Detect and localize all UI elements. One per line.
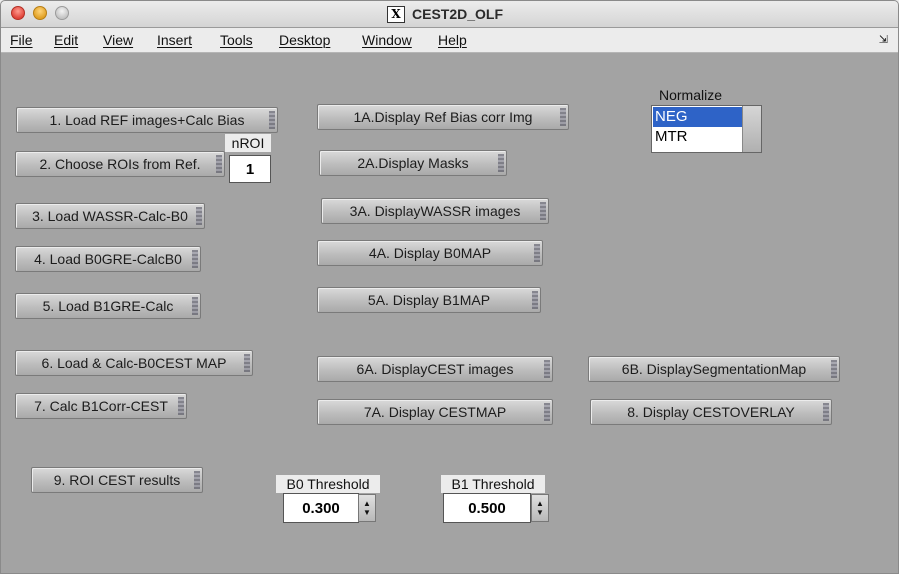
load-calc-b0cest-button[interactable]: 6. Load & Calc-B0CEST MAP [15,350,253,376]
figure-canvas: 1. Load REF images+Calc Bias 2. Choose R… [1,53,898,573]
nroi-input[interactable]: 1 [229,155,271,183]
title-bar: X CEST2D_OLF [1,1,898,28]
b0-threshold-input[interactable]: 0.300 [283,493,359,523]
roi-cest-results-button[interactable]: 9. ROI CEST results [31,467,203,493]
menu-bar: File Edit View Insert Tools Desktop Wind… [1,28,898,53]
display-cestmap-button[interactable]: 7A. Display CESTMAP [317,399,553,425]
b0-threshold-label: B0 Threshold [276,475,380,493]
minimize-window-button[interactable] [33,6,47,20]
display-cest-overlay-button[interactable]: 8. Display CESTOVERLAY [590,399,832,425]
normalize-option-mtr[interactable]: MTR [653,127,743,147]
nroi-label: nROI [225,134,271,152]
arrow-up-icon[interactable]: ▲ [536,499,544,508]
arrow-down-icon[interactable]: ▼ [536,508,544,517]
x11-app-icon: X [387,5,405,23]
normalize-label: Normalize [659,87,723,103]
b1-threshold-stepper[interactable]: ▲ ▼ [531,494,549,522]
menu-desktop[interactable]: Desktop [279,32,330,48]
menu-window[interactable]: Window [362,32,412,48]
normalize-option-neg[interactable]: NEG [653,107,743,127]
display-segmentation-map-button[interactable]: 6B. DisplaySegmentationMap [588,356,840,382]
display-ref-bias-corr-button[interactable]: 1A.Display Ref Bias corr Img [317,104,569,130]
menu-file[interactable]: File [10,32,33,48]
arrow-up-icon[interactable]: ▲ [363,499,371,508]
display-b1map-button[interactable]: 5A. Display B1MAP [317,287,541,313]
normalize-listbox[interactable]: NEG MTR [651,105,762,153]
b1-threshold-input[interactable]: 0.500 [443,493,531,523]
close-window-button[interactable] [11,6,25,20]
zoom-window-button[interactable] [55,6,69,20]
menu-insert[interactable]: Insert [157,32,192,48]
window-title: CEST2D_OLF [412,6,504,22]
load-b1gre-button[interactable]: 5. Load B1GRE-Calc [15,293,201,319]
load-b0gre-button[interactable]: 4. Load B0GRE-CalcB0 [15,246,201,272]
menu-view[interactable]: View [103,32,133,48]
menu-help[interactable]: Help [438,32,467,48]
double-chevron-icon[interactable]: ⇲ [879,33,888,46]
load-ref-images-button[interactable]: 1. Load REF images+Calc Bias [16,107,278,133]
b1-threshold-label: B1 Threshold [441,475,545,493]
arrow-down-icon[interactable]: ▼ [363,508,371,517]
display-cest-images-button[interactable]: 6A. DisplayCEST images [317,356,553,382]
listbox-scrollbar[interactable] [742,106,761,152]
window-title-group: X CEST2D_OLF [387,5,503,23]
display-wassr-images-button[interactable]: 3A. DisplayWASSR images [321,198,549,224]
menu-edit[interactable]: Edit [54,32,78,48]
matlab-figure-window: X CEST2D_OLF File Edit View Insert Tools… [0,0,899,574]
display-masks-button[interactable]: 2A.Display Masks [319,150,507,176]
b0-threshold-stepper[interactable]: ▲ ▼ [358,494,376,522]
calc-b1corr-cest-button[interactable]: 7. Calc B1Corr-CEST [15,393,187,419]
choose-rois-button[interactable]: 2. Choose ROIs from Ref. [15,151,225,177]
menu-tools[interactable]: Tools [220,32,253,48]
load-wassr-button[interactable]: 3. Load WASSR-Calc-B0 [15,203,205,229]
display-b0map-button[interactable]: 4A. Display B0MAP [317,240,543,266]
